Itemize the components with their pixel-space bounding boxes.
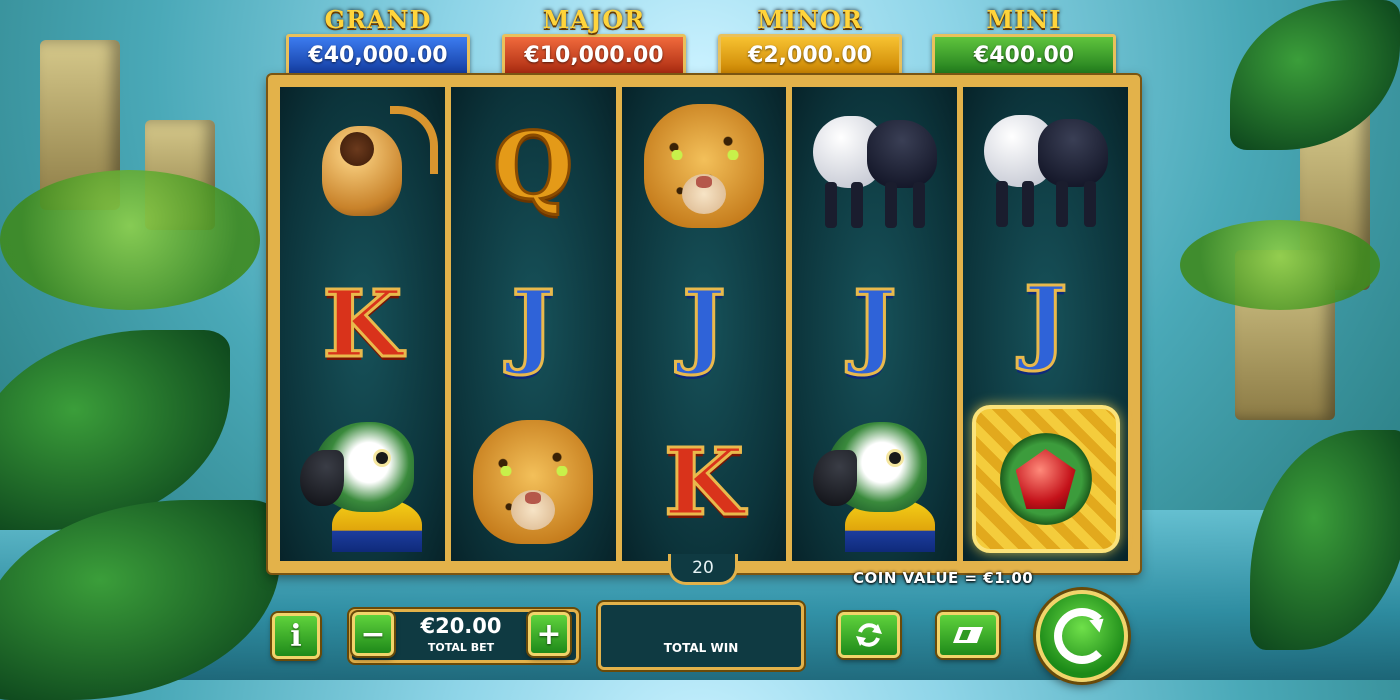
info-button[interactable]: i xyxy=(272,613,320,659)
foliage xyxy=(1180,220,1380,310)
paylines-badge: 20 xyxy=(668,554,738,585)
jackpot-major: MAJOR €10,000.00 xyxy=(502,4,686,78)
jackpot-grand: GRAND €40,000.00 xyxy=(286,4,470,78)
decrease-bet-button[interactable]: − xyxy=(352,612,394,656)
symbol-j: J xyxy=(1022,265,1068,374)
symbol-tapir xyxy=(805,96,945,236)
minus-icon: − xyxy=(360,616,386,652)
increase-bet-button[interactable]: + xyxy=(528,612,570,656)
reel-cell xyxy=(792,403,957,561)
reel-cell xyxy=(451,403,616,561)
symbol-k: K xyxy=(663,428,746,536)
symbol-jaguar xyxy=(634,96,774,236)
reel-cell: J xyxy=(963,242,1128,397)
symbol-jaguar xyxy=(463,412,603,552)
symbol-golden-monkey xyxy=(292,96,439,236)
jackpot-title: MINOR xyxy=(757,5,863,34)
jackpot-title: MINI xyxy=(986,5,1062,34)
jackpot-title: MAJOR xyxy=(542,5,646,34)
reels-grid: KQJJKJJ xyxy=(280,87,1128,561)
reel-cell xyxy=(792,87,957,245)
symbol-q: Q xyxy=(492,112,575,220)
turbo-button[interactable] xyxy=(937,612,999,658)
symbol-j: J xyxy=(510,270,556,378)
reel-cell: J xyxy=(622,245,787,403)
jackpot-title: GRAND xyxy=(324,5,432,34)
spin-icon xyxy=(1054,608,1110,664)
reel-cell xyxy=(622,87,787,245)
reel-1: K xyxy=(280,87,445,561)
coin-value-label: COIN VALUE = €1.00 xyxy=(853,569,1034,587)
jackpot-minor: MINOR €2,000.00 xyxy=(718,4,902,78)
reel-cell: K xyxy=(622,403,787,561)
reel-3: JK xyxy=(621,87,787,561)
leaf xyxy=(1230,0,1400,150)
jackpot-value: €10,000.00 xyxy=(502,34,686,78)
reel-cell: J xyxy=(451,245,616,403)
reel-cell xyxy=(963,87,1128,242)
turbo-icon xyxy=(953,627,983,643)
symbol-j: J xyxy=(852,270,898,378)
autoplay-button[interactable] xyxy=(838,612,900,658)
jackpot-value: €400.00 xyxy=(932,34,1116,78)
reel-5: J xyxy=(963,87,1128,561)
spin-button[interactable] xyxy=(1036,590,1128,682)
symbol-tapir xyxy=(976,95,1116,235)
total-bet-label: TOTAL BET xyxy=(427,641,495,654)
symbol-j: J xyxy=(681,270,727,378)
plus-icon: + xyxy=(536,616,562,652)
autoplay-icon xyxy=(856,623,882,647)
reel-2: QJ xyxy=(450,87,616,561)
jackpot-value: €40,000.00 xyxy=(286,34,470,78)
reel-cell: Q xyxy=(451,87,616,245)
reel-4: J xyxy=(792,87,958,561)
reel-cell xyxy=(963,397,1128,561)
symbol-parrot xyxy=(805,412,945,552)
reel-cell xyxy=(280,403,445,561)
total-win-panel xyxy=(598,602,804,670)
total-win-label: TOTAL WIN xyxy=(663,641,739,655)
symbol-jewel-scatter xyxy=(964,397,1128,561)
reel-cell: K xyxy=(280,245,445,403)
reel-cell: J xyxy=(792,245,957,403)
info-icon: i xyxy=(290,618,302,654)
total-bet-value: €20.00 xyxy=(420,614,502,638)
reel-frame: KQJJKJJ xyxy=(268,75,1140,573)
jackpot-mini: MINI €400.00 xyxy=(932,4,1116,78)
symbol-k: K xyxy=(321,270,404,378)
foliage xyxy=(0,170,260,310)
symbol-parrot xyxy=(292,412,432,552)
reel-cell xyxy=(280,87,445,245)
jackpot-value: €2,000.00 xyxy=(718,34,902,78)
